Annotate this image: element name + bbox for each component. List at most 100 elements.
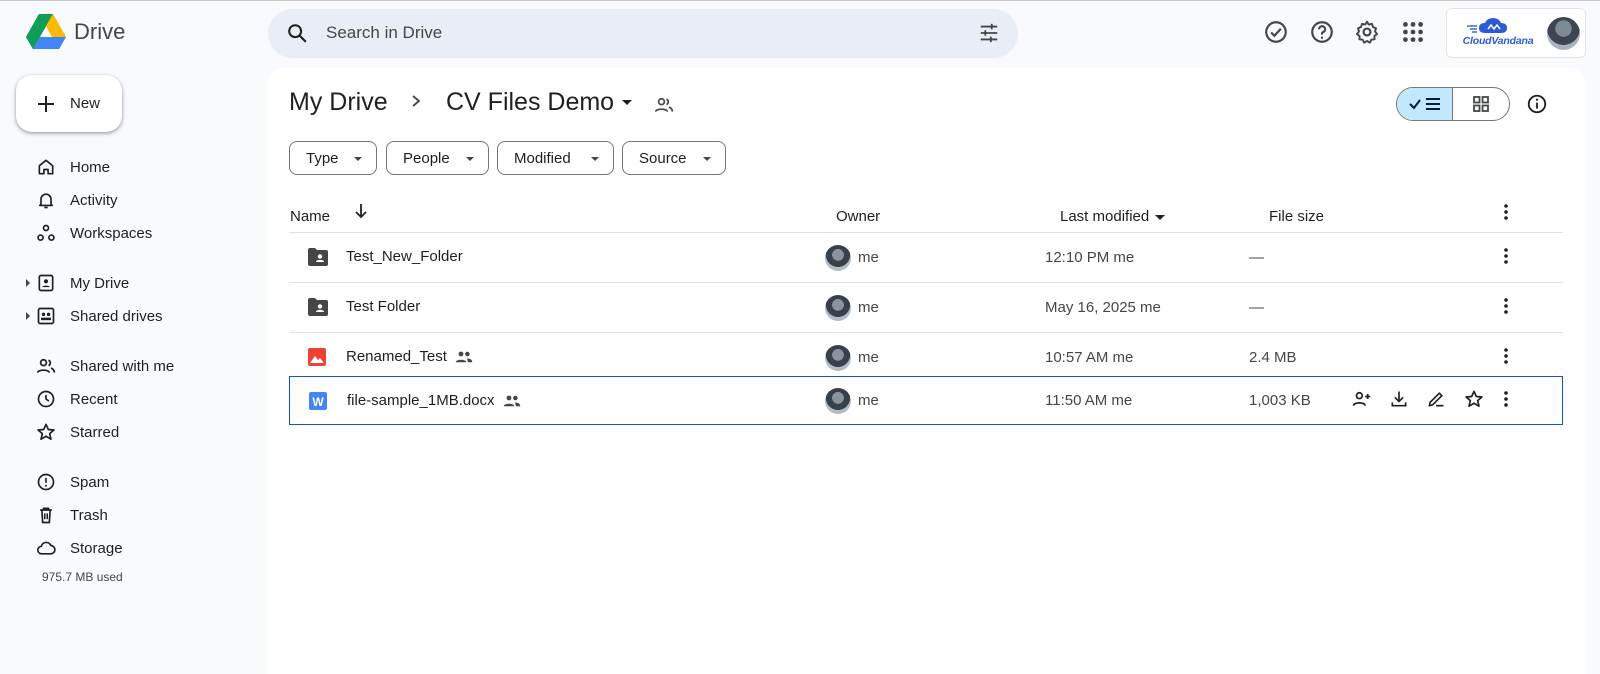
star-icon	[37, 423, 55, 441]
filter-people-chip[interactable]: People	[386, 141, 489, 175]
chevron-down-icon	[1155, 214, 1166, 220]
rename-pencil-icon[interactable]	[1426, 389, 1446, 409]
chevron-right-icon	[412, 95, 421, 107]
help-icon[interactable]	[1309, 19, 1335, 45]
table-row[interactable]: Test Folder me May 16, 2025 me —	[289, 283, 1563, 332]
current-folder-title: CV Files Demo	[446, 88, 615, 116]
file-size-text: 2.4 MB	[1249, 349, 1297, 366]
column-header-last-modified[interactable]: Last modified	[1060, 208, 1166, 225]
offline-ready-icon[interactable]	[1263, 19, 1289, 45]
more-vert-icon[interactable]	[1496, 389, 1516, 409]
modified-text: 10:57 AM me	[1045, 349, 1134, 366]
breadcrumb-root[interactable]: My Drive	[289, 88, 388, 117]
settings-gear-icon[interactable]	[1354, 19, 1380, 45]
filter-modified-chip[interactable]: Modified	[497, 141, 614, 175]
more-vert-icon[interactable]	[1496, 346, 1516, 366]
filter-chip-label: People	[403, 149, 450, 167]
sidebar-item-activity[interactable]: Activity	[16, 184, 256, 216]
search-input[interactable]	[326, 19, 926, 47]
storage-used-text: 975.7 MB used	[42, 570, 123, 584]
sidebar-item-label: Spam	[70, 473, 110, 491]
filter-chip-label: Source	[639, 149, 687, 167]
chevron-down-icon	[354, 157, 362, 161]
trash-icon	[40, 507, 52, 524]
sidebar-item-label: Shared drives	[70, 307, 163, 325]
file-size-text: —	[1249, 299, 1264, 316]
search-bar[interactable]	[268, 9, 1018, 58]
download-icon[interactable]	[1389, 389, 1409, 409]
cloud-icon	[37, 541, 56, 555]
column-header-label: Last modified	[1060, 208, 1150, 225]
chevron-down-icon	[591, 157, 599, 161]
sidebar-item-storage[interactable]: Storage	[16, 532, 256, 564]
account-avatar[interactable]	[1547, 17, 1580, 50]
shared-people-icon	[455, 351, 473, 362]
shared-folder-people-icon[interactable]	[654, 95, 674, 115]
grid-view-button[interactable]	[1453, 88, 1509, 120]
sidebar-item-label: Trash	[70, 506, 108, 524]
column-header-file-size[interactable]: File size	[1269, 208, 1324, 225]
sidebar-item-label: Shared with me	[70, 357, 175, 375]
view-toggle	[1396, 87, 1510, 121]
table-row[interactable]: Renamed_Test me 10:57 AM me 2.4 MB	[289, 333, 1563, 382]
filter-type-chip[interactable]: Type	[289, 141, 377, 175]
people-icon	[36, 358, 56, 374]
chevron-down-icon	[703, 157, 711, 161]
owner-avatar	[825, 295, 851, 321]
breadcrumb-current[interactable]: CV Files Demo	[446, 88, 633, 117]
more-vert-icon[interactable]	[1496, 202, 1516, 222]
file-name-text: Test Folder	[346, 298, 421, 315]
more-vert-icon[interactable]	[1496, 246, 1516, 266]
new-button[interactable]: New	[16, 75, 122, 132]
file-name-text: file-sample_1MB.docx	[347, 392, 495, 409]
sidebar-item-my-drive[interactable]: My Drive	[16, 267, 256, 299]
table-row-selected[interactable]: W file-sample_1MB.docx me 11:50 AM me 1,…	[289, 376, 1563, 425]
table-row[interactable]: Test_New_Folder me 12:10 PM me —	[289, 233, 1563, 282]
sidebar-item-starred[interactable]: Starred	[16, 416, 256, 448]
app-name: Drive	[74, 19, 126, 44]
main-panel: My Drive CV Files Demo Type People Modif…	[268, 68, 1586, 674]
file-name: Test Folder	[346, 298, 420, 315]
clock-icon	[37, 390, 55, 408]
drive-logo[interactable]: Drive	[26, 14, 125, 50]
file-name-text: Test_New_Folder	[346, 248, 463, 265]
home-icon	[38, 159, 54, 175]
sidebar-item-home[interactable]: Home	[16, 151, 256, 183]
new-button-label: New	[70, 95, 101, 112]
more-vert-icon[interactable]	[1496, 296, 1516, 316]
sidebar-item-shared-drives[interactable]: Shared drives	[16, 300, 256, 332]
expand-caret-icon[interactable]	[26, 279, 30, 287]
workspaces-icon	[37, 224, 55, 241]
info-icon[interactable]	[1526, 93, 1548, 115]
column-header-owner[interactable]: Owner	[836, 208, 880, 225]
owner-text: me	[858, 249, 879, 266]
check-list-icon	[1408, 98, 1440, 110]
sidebar-item-trash[interactable]: Trash	[16, 499, 256, 531]
file-size-text: —	[1249, 249, 1264, 266]
column-header-name[interactable]: Name	[290, 208, 330, 225]
file-name-text: Renamed_Test	[346, 348, 447, 365]
owner-text: me	[858, 392, 879, 409]
sidebar-item-shared-with-me[interactable]: Shared with me	[16, 350, 256, 382]
file-size-text: 1,003 KB	[1249, 392, 1311, 409]
star-icon[interactable]	[1464, 389, 1484, 409]
account-switcher[interactable]: CloudVandana	[1446, 8, 1586, 58]
owner-text: me	[858, 349, 879, 366]
sort-arrow-down-icon[interactable]	[352, 202, 370, 220]
drive-logo-icon	[26, 14, 66, 49]
share-add-person-icon[interactable]	[1351, 389, 1371, 409]
expand-caret-icon[interactable]	[26, 312, 30, 320]
file-name: file-sample_1MB.docx	[347, 392, 521, 409]
filter-source-chip[interactable]: Source	[622, 141, 726, 175]
search-icon[interactable]	[286, 22, 308, 44]
sidebar-item-spam[interactable]: Spam	[16, 466, 256, 498]
list-view-button[interactable]	[1397, 88, 1454, 120]
sidebar-item-recent[interactable]: Recent	[16, 383, 256, 415]
google-apps-icon[interactable]	[1400, 19, 1426, 45]
sidebar-item-label: Recent	[70, 390, 118, 408]
owner-text: me	[858, 299, 879, 316]
file-name: Renamed_Test	[346, 348, 473, 365]
search-options-icon[interactable]	[978, 22, 1000, 44]
sidebar-item-workspaces[interactable]: Workspaces	[16, 217, 256, 249]
org-brand-text: CloudVandana	[1462, 35, 1534, 47]
